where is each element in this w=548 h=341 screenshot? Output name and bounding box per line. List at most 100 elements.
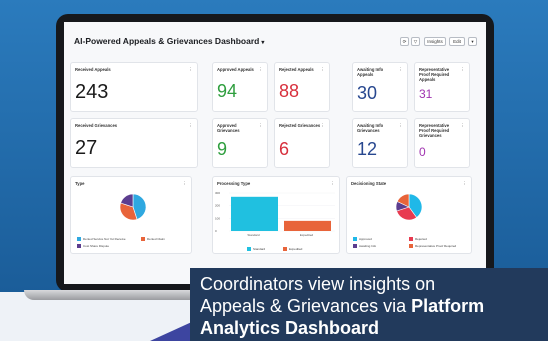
- metric-value: 27: [75, 137, 98, 159]
- card-title: Representative Proof Required Appeals: [419, 67, 450, 82]
- card-received-appeals[interactable]: Received Appeals ⋮ 243: [70, 62, 198, 112]
- metric-value: 94: [217, 81, 238, 101]
- legend-swatch: [141, 237, 145, 241]
- legend-item: Awaiting Info: [353, 244, 376, 248]
- legend-label: Rejected: [415, 237, 427, 241]
- metric-value: 31: [419, 87, 433, 101]
- caption-line-2: Appeals & Grievances via Platform: [200, 296, 484, 316]
- processing-type-bar-chart: 300 200 100 0 Standard Expedited: [215, 191, 335, 237]
- legend-label: Denied Service Not Yet Receive: [83, 237, 126, 241]
- card-approved-appeals[interactable]: Approved Appeals ⋮ 94: [212, 62, 268, 112]
- legend-swatch: [353, 237, 357, 241]
- decisioning-state-pie-chart: [395, 193, 423, 221]
- legend-item: Rejected: [409, 237, 427, 241]
- metric-value: 9: [217, 139, 228, 159]
- y-tick-label: 300: [215, 191, 220, 195]
- card-menu-icon[interactable]: ⋮: [461, 67, 466, 73]
- legend-swatch: [77, 244, 81, 248]
- metric-value: 243: [75, 81, 109, 103]
- card-title: Received Appeals: [75, 67, 111, 72]
- chart-card-processing-type[interactable]: Processing Type ⋮ 300 200 100 0 Standard Expe…: [212, 176, 340, 254]
- card-menu-icon[interactable]: ⋮: [259, 67, 264, 73]
- chart-card-decisioning-state[interactable]: Decisioning State ⋮ Approved Rejected Aw…: [346, 176, 472, 254]
- card-menu-icon[interactable]: ⋮: [321, 123, 326, 129]
- card-awaiting-info-appeals[interactable]: Awaiting Info Appeals ⋮ 30: [352, 62, 408, 112]
- filter-icon[interactable]: ▽: [411, 37, 420, 46]
- legend-swatch: [247, 247, 251, 251]
- card-menu-icon[interactable]: ⋮: [259, 123, 264, 129]
- card-rejected-grievances[interactable]: Rejected Grievances ⋮ 6: [274, 118, 330, 168]
- legend-label: Representative Proof Required: [415, 244, 457, 248]
- legend-swatch: [283, 247, 287, 251]
- card-awaiting-info-grievances[interactable]: Awaiting Info Grievances ⋮ 12: [352, 118, 408, 168]
- card-title: Awaiting Info Appeals: [357, 67, 384, 77]
- chart-title: Processing Type: [217, 181, 251, 186]
- legend-item: Approved: [353, 237, 372, 241]
- y-tick-label: 0: [215, 229, 217, 233]
- chart-card-type[interactable]: Type ⋮ Denied Service Not Yet Receive De…: [70, 176, 192, 254]
- legend-item: Representative Proof Required: [409, 244, 456, 248]
- metric-value: 6: [279, 139, 290, 159]
- y-tick-label: 200: [215, 204, 220, 208]
- legend-label: Awaiting Info: [359, 244, 377, 248]
- legend-swatch: [409, 244, 413, 248]
- card-title: Approved Grievances: [217, 123, 240, 133]
- card-menu-icon[interactable]: ⋮: [189, 123, 194, 129]
- card-title: Rejected Appeals: [279, 67, 314, 72]
- legend-swatch: [409, 237, 413, 241]
- card-rep-proof-grievances[interactable]: Representative Proof Required Grievances…: [414, 118, 470, 168]
- edit-button[interactable]: Edit: [449, 37, 465, 46]
- legend-swatch: [353, 244, 357, 248]
- caption-line-2-bold: Platform: [411, 296, 485, 316]
- y-tick-label: 100: [215, 216, 220, 220]
- legend-label: Denied Claim: [147, 237, 166, 241]
- card-title: Approved Appeals: [217, 67, 254, 72]
- metric-value: 30: [357, 83, 378, 103]
- legend-swatch: [77, 237, 81, 241]
- card-menu-icon[interactable]: ⋮: [461, 123, 466, 129]
- x-tick-label: Expedited: [300, 233, 314, 237]
- legend-item: Denied Service Not Yet Receive: [77, 237, 126, 241]
- legend-label: Standard: [253, 247, 266, 251]
- insights-button[interactable]: Insights: [424, 37, 446, 46]
- caption-line-3: Analytics Dashboard: [200, 318, 379, 338]
- title-dropdown-icon[interactable]: ▾: [261, 40, 264, 46]
- card-title: Awaiting Info Grievances: [357, 123, 384, 133]
- legend-label: Cost Share Dispute: [83, 244, 110, 248]
- card-title: Received Grievances: [75, 123, 118, 128]
- metric-value: 88: [279, 81, 300, 101]
- legend-item: Expedited: [283, 247, 302, 251]
- legend-item: Denied Claim: [141, 237, 165, 241]
- bar[interactable]: [231, 196, 278, 231]
- card-title: Rejected Grievances: [279, 123, 321, 128]
- caption-line-1: Coordinators view insights on: [200, 274, 436, 294]
- metric-value: 12: [357, 139, 378, 159]
- page-title: AI-Powered Appeals & Grievances Dashboar…: [74, 36, 264, 46]
- type-pie-chart: [119, 193, 147, 221]
- chart-title: Type: [75, 181, 85, 186]
- caption-banner: Coordinators view insights on Appeals & …: [190, 268, 548, 341]
- caption-line-3-bold: Analytics Dashboard: [200, 318, 380, 338]
- card-menu-icon[interactable]: ⋮: [189, 67, 194, 73]
- legend-item: Standard: [247, 247, 265, 251]
- more-actions-button[interactable]: ▾: [468, 37, 477, 46]
- x-tick-label: Standard: [247, 233, 260, 237]
- card-rejected-appeals[interactable]: Rejected Appeals ⋮ 88: [274, 62, 330, 112]
- dashboard-screen: AI-Powered Appeals & Grievances Dashboar…: [64, 22, 486, 284]
- card-menu-icon[interactable]: ⋮: [321, 67, 326, 73]
- card-title: Representative Proof Required Grievances: [419, 123, 450, 138]
- page-title-text: AI-Powered Appeals & Grievances Dashboar…: [74, 36, 260, 46]
- caption-line-2-text: Appeals & Grievances via: [200, 296, 412, 316]
- bar[interactable]: [284, 220, 331, 231]
- metric-value: 0: [419, 145, 426, 159]
- card-approved-grievances[interactable]: Approved Grievances ⋮ 9: [212, 118, 268, 168]
- card-rep-proof-appeals[interactable]: Representative Proof Required Appeals ⋮ …: [414, 62, 470, 112]
- legend-label: Approved: [359, 237, 372, 241]
- refresh-icon[interactable]: ⟳: [400, 37, 409, 46]
- card-menu-icon[interactable]: ⋮: [399, 67, 404, 73]
- legend-item: Cost Share Dispute: [77, 244, 109, 248]
- legend-label: Expedited: [289, 247, 303, 251]
- card-received-grievances[interactable]: Received Grievances ⋮ 27: [70, 118, 198, 168]
- card-menu-icon[interactable]: ⋮: [399, 123, 404, 129]
- chart-title: Decisioning State: [351, 181, 387, 186]
